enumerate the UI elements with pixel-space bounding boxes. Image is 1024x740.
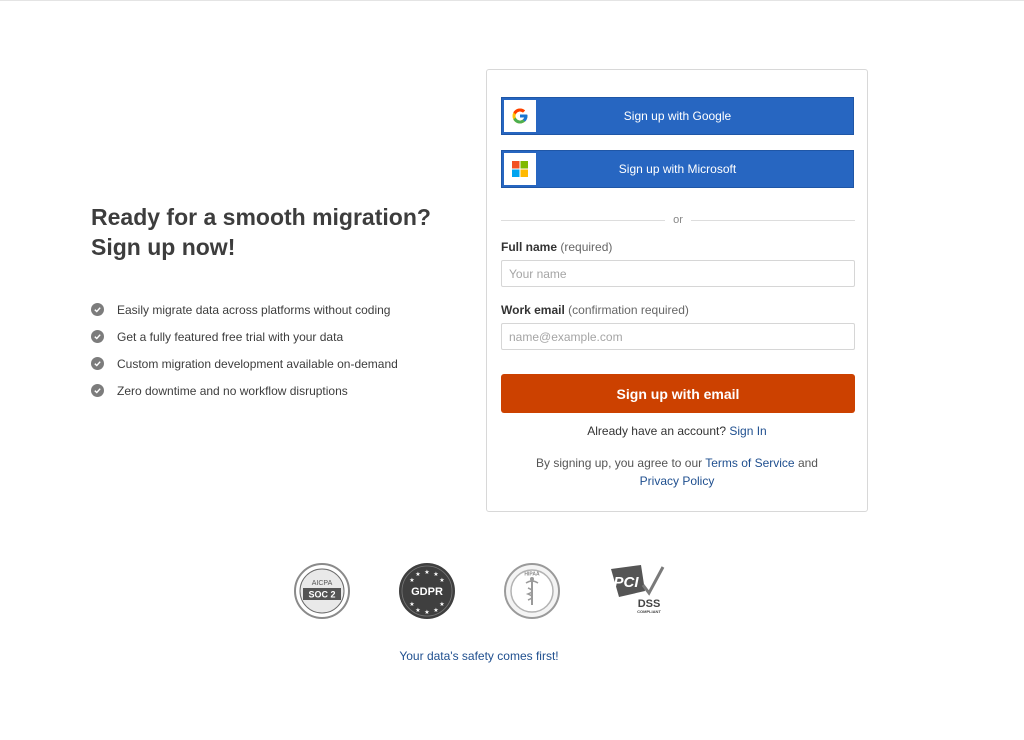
signin-prompt: Already have an account? Sign In	[487, 424, 867, 438]
pci-text: PCI	[613, 574, 639, 591]
soc2-main-text: SOC 2	[308, 590, 335, 600]
benefit-item: Easily migrate data across platforms wit…	[91, 296, 451, 323]
headline-line-2: Sign up now!	[91, 234, 236, 260]
compliance-badges: AICPA SOC 2 ★ ★ ★ ★ ★ ★ ★ ★ ★ ★ GDPR HIPAA PCI…	[0, 562, 1024, 622]
top-border	[0, 0, 1024, 1]
benefit-item: Zero downtime and no workflow disruption…	[91, 377, 451, 404]
terms-of-service-link[interactable]: Terms of Service	[705, 456, 794, 470]
terms-prefix: By signing up, you agree to our	[536, 456, 703, 470]
benefit-item: Custom migration development available o…	[91, 350, 451, 377]
google-signup-label: Sign up with Google	[623, 109, 732, 123]
full-name-note: (required)	[560, 240, 613, 254]
microsoft-icon	[504, 153, 536, 185]
svg-text:★: ★	[433, 607, 438, 614]
soc2-badge-icon: AICPA SOC 2	[294, 563, 350, 619]
hipaa-text: HIPAA	[524, 572, 540, 578]
benefit-text: Custom migration development available o…	[117, 356, 398, 371]
promo-section: Ready for a smooth migration? Sign up no…	[91, 202, 451, 404]
svg-text:★: ★	[424, 609, 429, 616]
full-name-input[interactable]	[501, 260, 855, 287]
gdpr-badge-icon: ★ ★★ ★★ ★ ★★ ★★ GDPR	[399, 563, 455, 619]
check-circle-icon	[91, 384, 104, 397]
benefits-list: Easily migrate data across platforms wit…	[91, 296, 451, 404]
benefit-text: Zero downtime and no workflow disruption…	[117, 383, 348, 398]
email-signup-button[interactable]: Sign up with email	[501, 374, 855, 413]
check-circle-icon	[91, 357, 104, 370]
google-icon	[504, 100, 536, 132]
safety-tagline: Your data's safety comes first!	[399, 649, 559, 663]
full-name-label-text: Full name	[501, 240, 558, 254]
svg-text:★: ★	[439, 601, 444, 608]
work-email-label-text: Work email	[501, 303, 565, 317]
svg-text:★: ★	[415, 571, 420, 578]
full-name-label: Full name (required)	[501, 240, 612, 254]
soc2-top-text: AICPA	[312, 580, 333, 587]
benefit-text: Get a fully featured free trial with you…	[117, 329, 344, 344]
divider-line	[690, 219, 855, 221]
benefit-item: Get a fully featured free trial with you…	[91, 323, 451, 350]
divider-line	[501, 219, 666, 221]
signup-card: Sign up with Google Sign up with Microso…	[486, 69, 868, 512]
divider-text: or	[673, 214, 683, 226]
headline-line-1: Ready for a smooth migration?	[91, 204, 431, 230]
svg-text:★: ★	[409, 577, 414, 584]
svg-text:★: ★	[424, 569, 429, 576]
check-circle-icon	[91, 330, 104, 343]
check-circle-icon	[91, 303, 104, 316]
microsoft-signup-button[interactable]: Sign up with Microsoft	[501, 150, 854, 188]
gdpr-text: GDPR	[411, 586, 443, 598]
work-email-input[interactable]	[501, 323, 855, 350]
terms-and: and	[797, 456, 818, 470]
have-account-text: Already have an account?	[587, 424, 727, 438]
svg-text:★: ★	[433, 571, 438, 578]
svg-text:★: ★	[409, 601, 414, 608]
benefit-text: Easily migrate data across platforms wit…	[117, 302, 391, 317]
signin-link[interactable]: Sign In	[729, 424, 766, 438]
microsoft-signup-label: Sign up with Microsoft	[618, 162, 737, 176]
svg-text:★: ★	[415, 607, 420, 614]
google-signup-button[interactable]: Sign up with Google	[501, 97, 854, 135]
svg-text:★: ★	[439, 577, 444, 584]
pci-dss-badge-icon: PCI DSS COMPLIANT	[611, 565, 665, 614]
privacy-policy-link[interactable]: Privacy Policy	[640, 474, 715, 488]
work-email-note: (confirmation required)	[568, 303, 689, 317]
hipaa-badge-icon: HIPAA	[504, 563, 560, 619]
or-divider: or	[501, 213, 855, 227]
work-email-label: Work email (confirmation required)	[501, 303, 689, 317]
terms-notice: By signing up, you agree to our Terms of…	[527, 454, 827, 490]
pci-compliant-text: COMPLIANT	[637, 609, 661, 614]
page-headline: Ready for a smooth migration? Sign up no…	[91, 202, 451, 262]
